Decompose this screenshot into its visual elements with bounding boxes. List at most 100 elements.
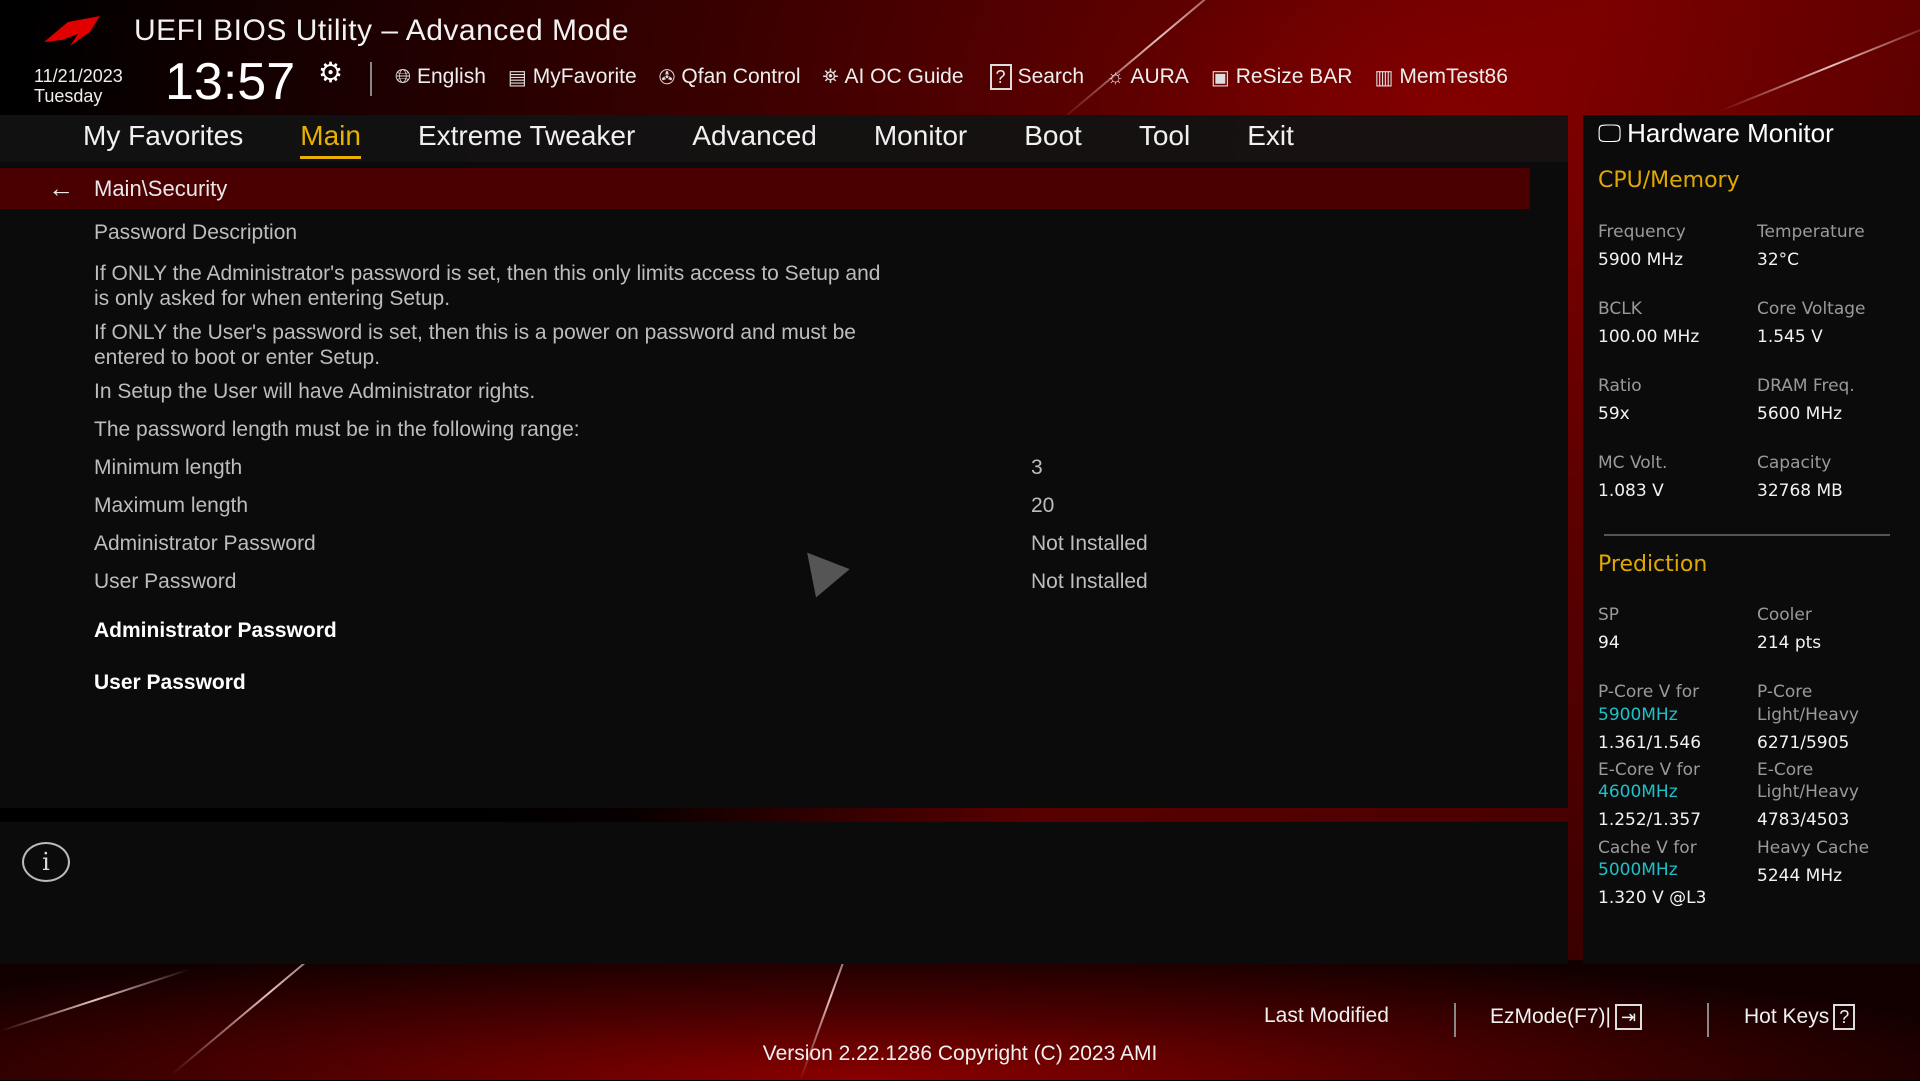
description-line: is only asked for when entering Setup. [94,287,451,310]
pcore-lh-label: Light/Heavy [1757,705,1859,725]
setting-value: 20 [1031,494,1055,517]
toolbar-memtest[interactable]: ▥ MemTest86 [1374,64,1507,90]
description-line: In Setup the User will have Administrato… [94,380,536,403]
memory-icon: ▥ [1374,66,1394,89]
hot-keys-button[interactable]: Hot Keys? [1744,1004,1856,1030]
setting-label: Maximum length [94,494,249,517]
last-modified-button[interactable]: Last Modified [1264,1004,1389,1028]
setting-value: Not Installed [1031,532,1148,555]
cooler-value: 214 pts [1757,633,1822,653]
ecore-freq: 4600MHz [1598,782,1678,802]
globe-icon: 🌐︎ [395,65,411,88]
toolbar-aura[interactable]: ☼ AURA [1106,64,1189,90]
divider [1707,1003,1709,1037]
gear-icon[interactable]: ⚙ [318,56,343,89]
info-icon: i [22,842,70,882]
question-box-icon: ? [1833,1004,1856,1030]
frequency-value: 5900 MHz [1598,250,1684,270]
toolbar-label: MyFavorite [532,65,637,88]
fan-icon: ✇ [658,66,676,89]
tab-monitor[interactable]: Monitor [874,116,967,159]
aura-light-icon: ☼ [1106,65,1125,88]
breadcrumb-path: Main\Security [94,175,228,201]
weekday: Tuesday [34,86,103,106]
ratio-label: Ratio [1598,376,1642,396]
tab-tool[interactable]: Tool [1139,116,1190,159]
date: 11/21/2023 [34,66,123,86]
mc-volt-value: 1.083 V [1598,481,1664,501]
ezmode-label: EzMode(F7)| [1490,1005,1611,1028]
divider [1604,534,1890,536]
core-voltage-value: 1.545 V [1757,327,1823,347]
hardware-monitor-panel [1583,115,1920,964]
breadcrumb: ← Main\Security [0,168,1530,209]
setting-value: 3 [1031,456,1043,479]
toolbar-search[interactable]: ? Search [986,64,1085,90]
gpu-card-icon: ▣ [1210,66,1230,89]
toolbar-label: MemTest86 [1399,65,1508,88]
app-title: UEFI BIOS Utility – Advanced Mode [134,14,630,47]
rog-logo-icon [44,16,100,46]
date-display[interactable]: 11/21/2023 Tuesday [34,66,123,106]
capacity-label: Capacity [1757,453,1832,473]
bclk-value: 100.00 MHz [1598,327,1700,347]
ratio-value: 59x [1598,404,1630,424]
divider [370,62,372,96]
ezmode-button[interactable]: EzMode(F7)| ⇥ [1490,1004,1643,1030]
toolbar: 🌐︎ English ▤ MyFavorite ✇ Qfan Control ⛯ AI … [395,64,1508,90]
heavy-cache-label: Heavy Cache [1757,838,1870,858]
chip-icon: ⛯ [822,65,839,88]
cache-freq: 5000MHz [1598,860,1678,880]
favorite-list-icon: ▤ [507,66,527,89]
toolbar-label: AI OC Guide [844,65,964,88]
cache-v-label: Cache V for [1598,838,1697,858]
main-tabs: My Favorites Main Extreme Tweaker Advanc… [83,116,1294,159]
toolbar-qfan[interactable]: ✇ Qfan Control [659,64,801,90]
prediction-heading: Prediction [1598,552,1708,577]
pcore-lh-label: P-Core [1757,682,1813,702]
title-text: Hardware Monitor [1627,118,1834,148]
monitor-icon: 🖵︎ [1598,119,1622,147]
hardware-monitor-title: 🖵︎ Hardware Monitor [1598,118,1834,149]
core-voltage-label: Core Voltage [1757,299,1866,319]
setting-label: User Password [94,570,237,593]
dram-freq-value: 5600 MHz [1757,404,1843,424]
exit-arrow-icon: ⇥ [1615,1004,1643,1030]
tab-exit[interactable]: Exit [1247,116,1294,159]
toolbar-label: ReSize BAR [1235,65,1353,88]
toolbar-myfavorite[interactable]: ▤ MyFavorite [508,64,637,90]
setting-label: Administrator Password [94,532,316,555]
description-line: If ONLY the Administrator's password is … [94,262,881,285]
tab-extreme-tweaker[interactable]: Extreme Tweaker [418,116,635,159]
frequency-label: Frequency [1598,222,1686,242]
clock[interactable]: 13:57 [165,54,295,110]
hot-keys-label: Hot Keys [1744,1005,1830,1028]
toolbar-label: Qfan Control [681,65,801,88]
toolbar-ai-oc-guide[interactable]: ⛯ AI OC Guide [822,64,963,90]
pcore-v-value: 1.361/1.546 [1598,733,1702,753]
tab-boot[interactable]: Boot [1024,116,1082,159]
user-password-button[interactable]: User Password [94,671,246,695]
heavy-cache-value: 5244 MHz [1757,866,1843,886]
sp-label: SP [1598,605,1620,625]
capacity-value: 32768 MB [1757,481,1843,501]
administrator-password-button[interactable]: Administrator Password [94,619,337,643]
toolbar-label: Search [1017,65,1085,88]
tab-main[interactable]: Main [300,116,361,159]
password-description-title: Password Description [94,221,298,244]
toolbar-resize-bar[interactable]: ▣ ReSize BAR [1211,64,1353,90]
ecore-lh-label: Light/Heavy [1757,782,1859,802]
question-box-icon: ? [989,64,1012,90]
bclk-label: BCLK [1598,299,1642,319]
tab-my-favorites[interactable]: My Favorites [83,116,243,159]
toolbar-english[interactable]: 🌐︎ English [395,64,486,90]
version-info: Version 2.22.1286 Copyright (C) 2023 AMI [762,1042,1158,1065]
main-panel [0,162,1568,808]
ecore-v-label: E-Core V for [1598,760,1701,780]
description-line: If ONLY the User's password is set, then… [94,321,856,344]
back-arrow-icon[interactable]: ← [48,173,74,204]
toolbar-label: AURA [1130,65,1189,88]
divider [1454,1003,1456,1037]
description-line: The password length must be in the follo… [94,418,580,441]
tab-advanced[interactable]: Advanced [692,116,817,159]
